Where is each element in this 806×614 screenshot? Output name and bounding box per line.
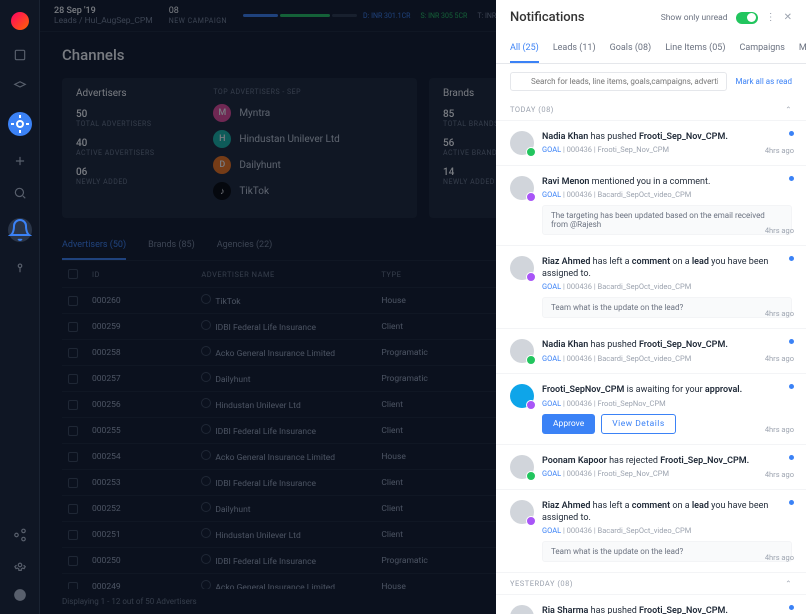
close-icon[interactable]: ✕ xyxy=(784,12,792,23)
view-details-button[interactable]: View Details xyxy=(601,414,676,434)
avatar xyxy=(510,176,534,200)
left-rail xyxy=(0,0,40,614)
notifications-panel: Notifications Show only unread ⋮ ✕ All (… xyxy=(496,0,806,614)
nav-add-icon[interactable] xyxy=(13,154,27,168)
avatar xyxy=(510,605,534,614)
ptab-more[interactable]: M xyxy=(799,35,806,63)
timestamp: 4hrs ago xyxy=(765,470,794,479)
notification-item[interactable]: Poonam Kapoor has rejected Frooti_Sep_No… xyxy=(496,445,806,490)
notification-item[interactable]: Riaz Ahmed has left a comment on a lead … xyxy=(496,490,806,573)
notification-item[interactable]: Ria Sharma has pushed Frooti_Sep_Nov_CPM… xyxy=(496,595,806,614)
timestamp: 4hrs ago xyxy=(765,309,794,318)
nav-notifications-icon[interactable] xyxy=(8,218,32,242)
timestamp: 4hrs ago xyxy=(765,553,794,562)
timestamp: 4hrs ago xyxy=(765,354,794,363)
unread-dot xyxy=(789,339,794,344)
chevron-up-icon: ⌃ xyxy=(785,105,792,114)
notification-item[interactable]: Frooti_SepNov_CPM is awaiting for your a… xyxy=(496,374,806,444)
unread-dot xyxy=(789,605,794,610)
unread-dot xyxy=(789,176,794,181)
approve-button[interactable]: Approve xyxy=(542,414,595,434)
ptab-all[interactable]: All (25) xyxy=(510,35,539,63)
ptab-campaigns[interactable]: Campaigns xyxy=(739,35,784,63)
ptab-lineitems[interactable]: Line Items (05) xyxy=(665,35,725,63)
more-icon[interactable]: ⋮ xyxy=(766,12,776,23)
notification-search-input[interactable] xyxy=(510,72,727,91)
unread-dot xyxy=(789,455,794,460)
nav-share-icon[interactable] xyxy=(13,528,27,542)
nav-layers-icon[interactable] xyxy=(13,80,27,94)
timestamp: 4hrs ago xyxy=(765,226,794,235)
panel-title: Notifications xyxy=(510,10,661,25)
nav-search-icon[interactable] xyxy=(13,186,27,200)
timestamp: 4hrs ago xyxy=(765,146,794,155)
notification-item[interactable]: Nadia Khan has pushed Frooti_Sep_Nov_CPM… xyxy=(496,121,806,166)
avatar xyxy=(510,131,534,155)
avatar xyxy=(510,339,534,363)
avatar xyxy=(510,384,534,408)
nav-user-icon[interactable] xyxy=(13,588,27,602)
notification-item[interactable]: Ravi Menon mentioned you in a comment.GO… xyxy=(496,166,806,246)
unread-dot xyxy=(789,500,794,505)
avatar xyxy=(510,455,534,479)
nav-channels-icon[interactable] xyxy=(8,112,32,136)
app-logo xyxy=(11,12,29,30)
chevron-up-icon: ⌃ xyxy=(785,579,792,588)
nav-home-icon[interactable] xyxy=(13,48,27,62)
comment-quote: Team what is the update on the lead? xyxy=(542,541,792,562)
unread-dot xyxy=(789,384,794,389)
comment-quote: The targeting has been updated based on … xyxy=(542,205,792,235)
notification-item[interactable]: Nadia Khan has pushed Frooti_Sep_Nov_CPM… xyxy=(496,329,806,374)
ptab-leads[interactable]: Leads (11) xyxy=(553,35,596,63)
section-yesterday: YESTERDAY (08)⌃ xyxy=(496,573,806,595)
timestamp: 4hrs ago xyxy=(765,425,794,434)
mark-all-read[interactable]: Mark all as read xyxy=(735,77,792,86)
nav-settings-icon[interactable] xyxy=(13,558,27,572)
ptab-goals[interactable]: Goals (08) xyxy=(610,35,652,63)
unread-label: Show only unread xyxy=(661,13,728,23)
avatar xyxy=(510,500,534,524)
unread-toggle[interactable] xyxy=(736,12,758,24)
unread-dot xyxy=(789,131,794,136)
section-today: TODAY (08)⌃ xyxy=(496,99,806,121)
comment-quote: Team what is the update on the lead? xyxy=(542,297,792,318)
notification-item[interactable]: Riaz Ahmed has left a comment on a lead … xyxy=(496,246,806,329)
nav-tag-icon[interactable] xyxy=(13,260,27,274)
unread-dot xyxy=(789,256,794,261)
avatar xyxy=(510,256,534,280)
